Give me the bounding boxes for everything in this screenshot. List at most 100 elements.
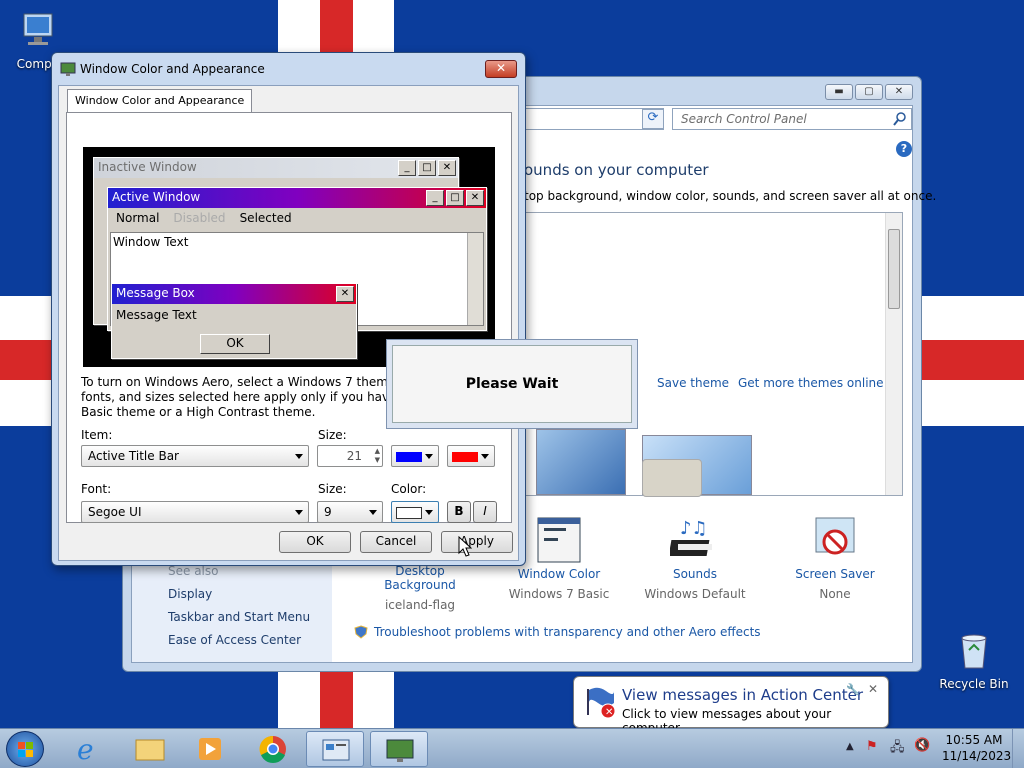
font-select[interactable]: Segoe UI xyxy=(81,501,309,523)
apply-button[interactable]: Apply xyxy=(441,531,513,553)
menu-normal: Normal xyxy=(116,211,160,225)
bold-button[interactable]: B xyxy=(447,501,471,523)
appearance-preview[interactable]: Inactive Window _ □ ✕ Active Window _ □ ✕ No… xyxy=(83,147,495,367)
search-input[interactable]: Search Control Panel xyxy=(672,108,912,130)
troubleshoot-link[interactable]: Troubleshoot problems with transparency … xyxy=(374,625,761,639)
computer-icon xyxy=(23,13,53,45)
please-wait-text: Please Wait xyxy=(392,345,632,423)
chevron-down-icon xyxy=(425,510,433,515)
italic-button[interactable]: I xyxy=(473,501,497,523)
ok-button[interactable]: OK xyxy=(279,531,351,553)
see-also-label: See also xyxy=(168,564,219,578)
folder-icon xyxy=(135,739,165,761)
menu-disabled: Disabled xyxy=(173,211,226,225)
spinner-arrows-icon[interactable]: ▲ ▼ xyxy=(375,447,380,465)
windows-logo-icon xyxy=(18,742,33,757)
monitor-icon xyxy=(60,62,76,76)
taskbar-explorer[interactable] xyxy=(121,731,179,767)
taskbar-personalization[interactable] xyxy=(370,731,428,767)
sounds-item[interactable]: ♪♫ Sounds Windows Default xyxy=(640,514,750,601)
window-text: Window Text xyxy=(113,235,189,249)
troubleshoot-link-row[interactable]: Troubleshoot problems with transparency … xyxy=(354,625,761,639)
menu-selected: Selected xyxy=(239,211,292,225)
chevron-down-icon xyxy=(295,510,303,515)
desktop-background-value: iceland-flag xyxy=(384,598,456,612)
info-text-line-1: To turn on Windows Aero, select a Window… xyxy=(81,375,423,389)
clock-time: 10:55 AM xyxy=(945,733,1003,747)
show-desktop-button[interactable] xyxy=(1012,729,1024,768)
info-text-line-2: fonts, and sizes selected here apply onl… xyxy=(81,390,436,404)
start-button[interactable] xyxy=(6,731,44,767)
link-ease-of-access[interactable]: Ease of Access Center xyxy=(168,633,301,647)
tab-panel: Inactive Window _ □ ✕ Active Window _ □ ✕ No… xyxy=(66,112,512,523)
volume-muted-icon[interactable]: 🔇 xyxy=(914,738,930,753)
message-box-preview: Message Box ✕ Message Text OK xyxy=(111,283,357,359)
window-color-title: Window Color xyxy=(517,567,601,581)
chrome-icon xyxy=(259,735,286,763)
maximize-button[interactable]: ▢ xyxy=(855,84,883,100)
taskbar-media-player[interactable] xyxy=(182,731,240,767)
tab-window-color[interactable]: Window Color and Appearance xyxy=(67,89,253,112)
network-icon[interactable]: 🖧 xyxy=(890,738,905,760)
scrollbar[interactable] xyxy=(885,213,902,495)
close-icon: ✕ xyxy=(438,160,456,176)
dialog-title: Window Color and Appearance xyxy=(80,62,265,76)
scroll-thumb[interactable] xyxy=(888,229,900,309)
sounds-title: Sounds xyxy=(672,567,718,581)
show-hidden-icons-icon[interactable]: ▲ xyxy=(846,741,854,752)
close-icon: ✕ xyxy=(336,286,354,302)
window-color-dialog[interactable]: Window Color and Appearance ✕ Window Col… xyxy=(51,52,526,566)
control-panel-icon xyxy=(322,739,350,761)
minimize-button[interactable]: ▬ xyxy=(825,84,853,100)
active-window-title: Active Window xyxy=(112,190,201,204)
message-text: Message Text xyxy=(116,308,197,322)
link-taskbar[interactable]: Taskbar and Start Menu xyxy=(168,610,310,624)
get-more-themes-link[interactable]: Get more themes online xyxy=(738,376,884,390)
close-icon[interactable]: ✕ xyxy=(868,682,878,696)
search-icon[interactable] xyxy=(893,112,907,126)
action-center-tray-icon[interactable]: ⚑ xyxy=(866,739,878,754)
cancel-button[interactable]: Cancel xyxy=(360,531,432,553)
sounds-icon: ♪♫ xyxy=(668,518,712,556)
font-size-value: 9 xyxy=(324,505,332,519)
theme-thumbnail[interactable] xyxy=(536,429,626,495)
taskbar-control-panel[interactable] xyxy=(306,731,364,767)
clock-date: 11/14/2023 xyxy=(942,749,1012,763)
color2-button[interactable] xyxy=(447,445,495,467)
save-theme-link[interactable]: Save theme xyxy=(657,376,729,390)
refresh-icon[interactable]: ⟳ xyxy=(642,109,664,129)
clock[interactable]: 10:55 AM 11/14/2023 xyxy=(942,732,1012,764)
help-icon[interactable]: ? xyxy=(896,141,912,157)
action-center-balloon[interactable]: ✕ View messages in Action Center Click t… xyxy=(573,676,889,735)
info-text-line-3: Basic theme or a High Contrast theme. xyxy=(81,405,316,419)
chevron-down-icon xyxy=(295,454,303,459)
action-center-flag-icon: ✕ xyxy=(587,687,616,719)
minimize-icon: _ xyxy=(398,160,416,176)
dialog-body: Window Color and Appearance Inactive Win… xyxy=(58,85,519,561)
svg-text:♪♫: ♪♫ xyxy=(680,518,708,539)
font-color-button[interactable] xyxy=(391,501,439,523)
message-box-ok: OK xyxy=(200,334,270,354)
taskbar-internet-explorer[interactable]: e xyxy=(60,731,118,767)
screen-saver-icon xyxy=(815,517,855,555)
color1-button[interactable] xyxy=(391,445,439,467)
desktop-background-title: Desktop Background xyxy=(384,564,456,592)
item-select-value: Active Title Bar xyxy=(88,449,179,463)
item-select[interactable]: Active Title Bar xyxy=(81,445,309,467)
item-size-spinner[interactable]: 21 ▲ ▼ xyxy=(317,445,383,467)
color2-swatch xyxy=(452,452,478,462)
screen-saver-item[interactable]: Screen Saver None xyxy=(780,514,890,601)
link-display[interactable]: Display xyxy=(168,587,212,601)
taskbar-chrome[interactable] xyxy=(244,731,302,767)
window-color-icon xyxy=(537,517,581,563)
desktop-icon-recycle-bin[interactable]: Recycle Bin xyxy=(938,630,1010,691)
window-color-value: Windows 7 Basic xyxy=(508,587,610,601)
item-label: Item: xyxy=(81,428,113,442)
close-button[interactable]: ✕ xyxy=(485,60,517,78)
close-button[interactable]: ✕ xyxy=(885,84,913,100)
theme-thumbnail-selected[interactable] xyxy=(642,459,702,497)
maximize-icon: □ xyxy=(418,160,436,176)
svg-text:✕: ✕ xyxy=(605,707,613,718)
settings-wrench-icon[interactable]: 🔧 xyxy=(846,683,860,696)
font-size-select[interactable]: 9 xyxy=(317,501,383,523)
